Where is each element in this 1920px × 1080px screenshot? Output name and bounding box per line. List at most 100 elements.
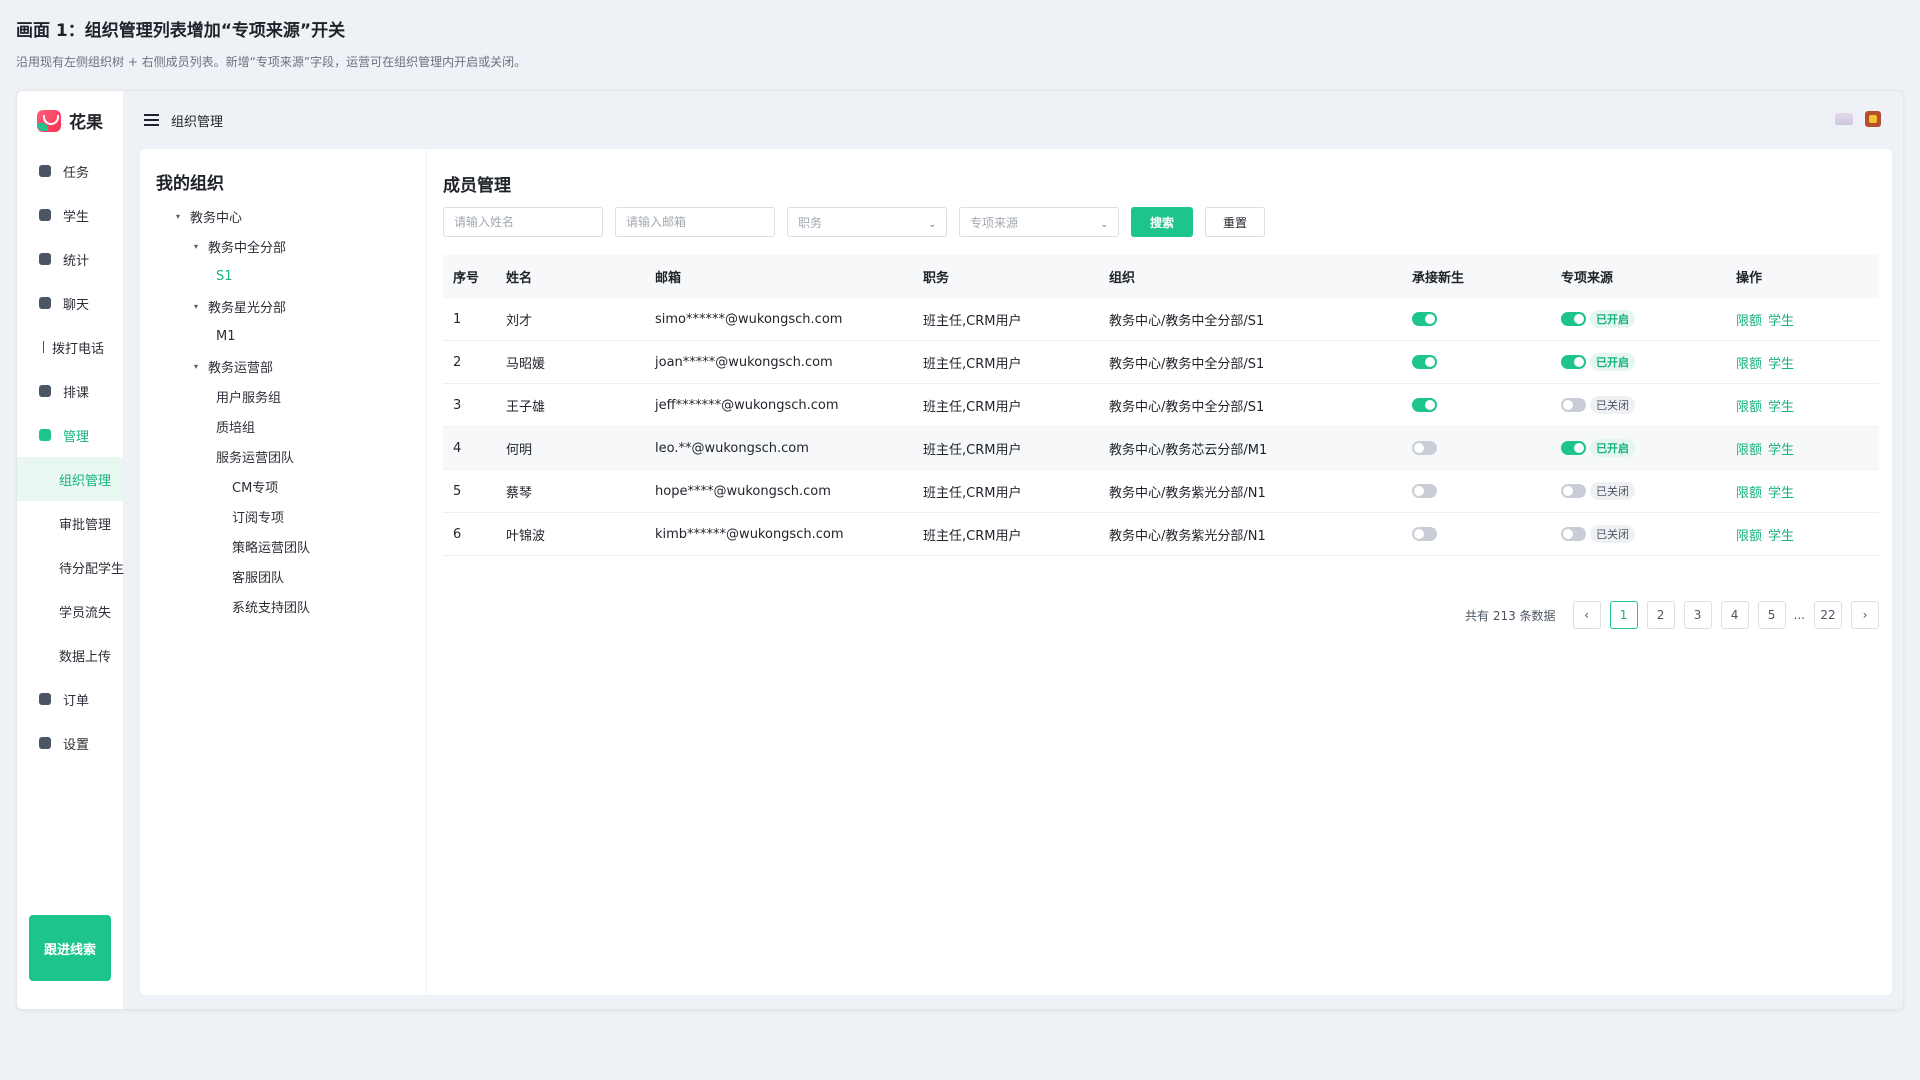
- nav-sub-org-manage[interactable]: 组织管理: [17, 457, 123, 501]
- tree-node[interactable]: 系统支持团队: [140, 591, 427, 621]
- nav-sub-churn[interactable]: 学员流失: [17, 589, 123, 633]
- tree-node[interactable]: ▾ 教务中全分部: [140, 231, 427, 261]
- page-button[interactable]: 4: [1720, 601, 1749, 629]
- search-button[interactable]: 搜索: [1131, 207, 1193, 237]
- accept-new-toggle[interactable]: [1412, 441, 1437, 455]
- cell-accept-new: [1412, 312, 1561, 327]
- students-link[interactable]: 学生: [1768, 357, 1794, 372]
- special-source-toggle[interactable]: [1561, 398, 1586, 412]
- phone-icon: [43, 341, 44, 353]
- email-search-input[interactable]: [615, 207, 775, 237]
- name-search-input[interactable]: [443, 207, 603, 237]
- tree-node-label: S1: [216, 268, 233, 284]
- students-link[interactable]: 学生: [1768, 486, 1794, 501]
- org-tree-panel: 我的组织 ▾ 教务中心 ▾ 教务中全分部 S1 ▾ 教务星光分部 M1 ▾ 教务运营部 …: [140, 149, 427, 995]
- accept-new-toggle[interactable]: [1412, 527, 1437, 541]
- students-link[interactable]: 学生: [1768, 443, 1794, 458]
- special-source-toggle[interactable]: [1561, 441, 1586, 455]
- table-row: 2 马昭媛 joan*****@wukongsch.com 班主任,CRM用户 教务中心…: [443, 341, 1879, 384]
- cell-name: 马昭媛: [506, 356, 546, 372]
- nav-item-tasks[interactable]: 任务: [17, 149, 123, 193]
- tree-node-label: 系统支持团队: [232, 600, 311, 616]
- pagination-ellipsis: ...: [1793, 608, 1805, 622]
- cell-no: 6: [453, 526, 462, 542]
- cell-accept-new: [1412, 527, 1561, 542]
- col-header-special-source: 专项来源: [1561, 271, 1614, 286]
- tree-node[interactable]: ▾ 教务中心: [140, 201, 427, 231]
- follow-leads-button[interactable]: 跟进线索: [29, 915, 111, 981]
- nav-item-chat[interactable]: 聊天: [17, 281, 123, 325]
- cell-org: 教务中心/教务中全分部/S1: [1109, 313, 1265, 329]
- tree-node-label: 教务中心: [190, 210, 243, 226]
- role-select[interactable]: 职务 ⌄: [787, 207, 947, 237]
- cell-special-source: 已开启: [1561, 439, 1736, 457]
- page-button-last[interactable]: 22: [1814, 601, 1842, 629]
- pagination-total: 共有 213 条数据: [1465, 608, 1556, 623]
- tree-node[interactable]: ▾ 教务运营部: [140, 351, 427, 381]
- tree-node[interactable]: 订阅专项: [140, 501, 427, 531]
- nav-sub-pending-students[interactable]: 待分配学生: [17, 545, 124, 589]
- quota-link[interactable]: 限额: [1736, 314, 1762, 329]
- accept-new-toggle[interactable]: [1412, 484, 1437, 498]
- accept-new-toggle[interactable]: [1412, 312, 1437, 326]
- page-button[interactable]: 3: [1683, 601, 1712, 629]
- quota-link[interactable]: 限额: [1736, 486, 1762, 501]
- students-link[interactable]: 学生: [1768, 400, 1794, 415]
- accept-new-toggle[interactable]: [1412, 355, 1437, 369]
- chat-icon: [39, 297, 51, 309]
- special-source-toggle[interactable]: [1561, 484, 1586, 498]
- nav-item-orders[interactable]: 订单: [17, 677, 123, 721]
- accept-new-toggle[interactable]: [1412, 398, 1437, 412]
- special-source-toggle[interactable]: [1561, 312, 1586, 326]
- special-source-select[interactable]: 专项来源 ⌄: [959, 207, 1119, 237]
- nav-item-call[interactable]: 拨打电话: [17, 325, 123, 369]
- prev-page-button[interactable]: ‹: [1572, 601, 1601, 629]
- nav-item-stats[interactable]: 统计: [17, 237, 123, 281]
- next-page-button[interactable]: ›: [1851, 601, 1879, 629]
- tree-node[interactable]: M1: [140, 321, 427, 351]
- nav-sub-approval[interactable]: 审批管理: [17, 501, 123, 545]
- language-flag-icon[interactable]: [1835, 113, 1853, 125]
- cell-role: 班主任,CRM用户: [923, 528, 1022, 544]
- nav-item-settings[interactable]: 设置: [17, 721, 123, 765]
- org-tree: ▾ 教务中心 ▾ 教务中全分部 S1 ▾ 教务星光分部 M1 ▾ 教务运营部 用户服务组…: [140, 201, 427, 621]
- user-avatar-icon[interactable]: [1865, 111, 1881, 127]
- table-row: 6 叶锦波 kimb******@wukongsch.com 班主任,CRM用户 教务中…: [443, 513, 1879, 556]
- tree-node-selected[interactable]: S1: [140, 261, 427, 291]
- nav-item-schedule[interactable]: 排课: [17, 369, 123, 413]
- page-button[interactable]: 5: [1757, 601, 1786, 629]
- tree-node[interactable]: 客服团队: [140, 561, 427, 591]
- tree-node[interactable]: 质培组: [140, 411, 427, 441]
- tree-node[interactable]: ▾ 教务星光分部: [140, 291, 427, 321]
- nav-sub-data-upload[interactable]: 数据上传: [17, 633, 123, 677]
- tree-node[interactable]: 用户服务组: [140, 381, 427, 411]
- reset-button[interactable]: 重置: [1205, 207, 1265, 237]
- tree-node[interactable]: 服务运营团队: [140, 441, 427, 471]
- nav-item-manage[interactable]: 管理: [17, 413, 123, 457]
- tree-node-label: 服务运营团队: [216, 450, 295, 466]
- cell-name: 何明: [506, 442, 533, 458]
- special-source-toggle[interactable]: [1561, 355, 1586, 369]
- cell-accept-new: [1412, 484, 1561, 499]
- page-button-current[interactable]: 1: [1609, 601, 1638, 629]
- quota-link[interactable]: 限额: [1736, 357, 1762, 372]
- students-link[interactable]: 学生: [1768, 314, 1794, 329]
- tree-node-label: 教务星光分部: [208, 300, 287, 316]
- page-button[interactable]: 2: [1646, 601, 1675, 629]
- menu-icon[interactable]: [144, 114, 159, 126]
- tree-node[interactable]: 策略运营团队: [140, 531, 427, 561]
- quota-link[interactable]: 限额: [1736, 443, 1762, 458]
- nav-item-students[interactable]: 学生: [17, 193, 123, 237]
- tree-node[interactable]: CM专项: [140, 471, 427, 501]
- quota-link[interactable]: 限额: [1736, 400, 1762, 415]
- chevron-down-icon: ⌄: [1100, 220, 1108, 230]
- students-link[interactable]: 学生: [1768, 529, 1794, 544]
- table-header: 序号 姓名 邮箱 职务 组织 承接新生 专项来源 操作: [443, 255, 1879, 298]
- special-source-toggle[interactable]: [1561, 527, 1586, 541]
- status-badge: 已开启: [1590, 353, 1635, 371]
- tree-node-label: 客服团队: [232, 570, 285, 586]
- tree-node-label: 教务运营部: [208, 360, 274, 376]
- col-header-role: 职务: [923, 271, 950, 286]
- quota-link[interactable]: 限额: [1736, 529, 1762, 544]
- status-badge: 已开启: [1590, 310, 1635, 328]
